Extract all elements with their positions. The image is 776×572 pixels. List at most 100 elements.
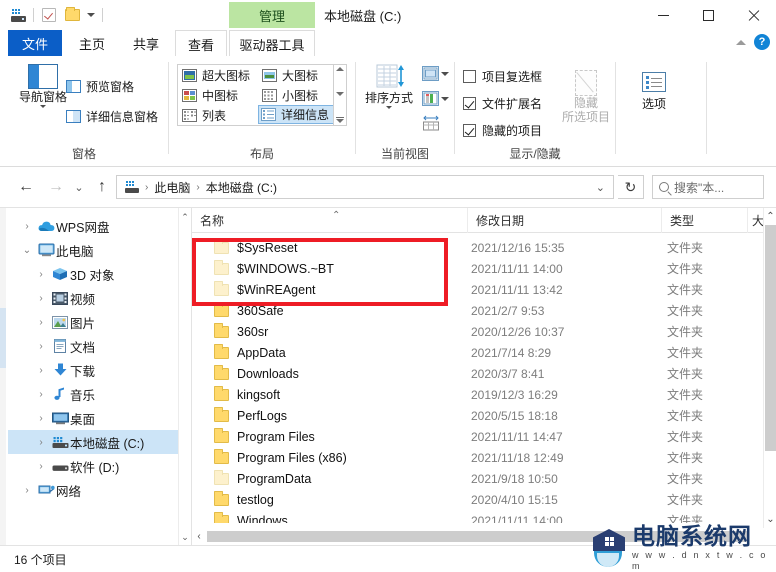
file-name-cell[interactable]: Downloads (214, 364, 299, 381)
sidebar-item-pictures[interactable]: › 图片 (8, 310, 178, 334)
table-row[interactable]: Program Files 2021/11/11 14:47 文件夹 (192, 426, 764, 447)
column-header-name[interactable]: 名称 ⌃ (192, 208, 468, 233)
file-name-cell[interactable]: Program Files (x86) (214, 448, 347, 465)
file-name-cell[interactable]: Windows (214, 511, 288, 523)
sidebar-item-desktop[interactable]: › 桌面 (8, 406, 178, 430)
sidebar-item-3d-objects[interactable]: › 3D 对象 (8, 262, 178, 286)
forward-button[interactable]: → (44, 176, 68, 198)
layout-extra-large-icons[interactable]: 超大图标 (180, 66, 254, 85)
tab-view[interactable]: 查看 (175, 30, 227, 57)
maximize-button[interactable] (686, 0, 731, 30)
table-row[interactable]: $WinREAgent 2021/11/11 13:42 文件夹 (192, 279, 764, 300)
table-row[interactable]: Downloads 2020/3/7 8:41 文件夹 (192, 363, 764, 384)
tab-home[interactable]: 主页 (66, 30, 118, 56)
refresh-button[interactable]: ↻ (618, 175, 644, 199)
nav-scroll-down-icon[interactable]: ⌄ (179, 530, 190, 544)
expand-chevron-icon[interactable]: › (18, 221, 36, 232)
expand-chevron-icon[interactable]: › (32, 317, 50, 328)
file-name-cell[interactable]: $WinREAgent (214, 280, 316, 297)
search-input[interactable]: 搜索"本... (674, 179, 724, 196)
file-list-vertical-scrollbar[interactable]: ⌃ ⌄ (763, 208, 776, 528)
recent-locations-button[interactable]: ⌄ (70, 176, 88, 198)
collapse-ribbon-icon[interactable] (736, 39, 746, 45)
file-name-cell[interactable]: Program Files (214, 427, 315, 444)
table-row[interactable]: testlog 2020/4/10 15:15 文件夹 (192, 489, 764, 510)
column-header-size[interactable]: 大 (748, 208, 764, 233)
breadcrumb-this-pc[interactable]: 此电脑 (149, 176, 195, 198)
customize-qat-caret-icon[interactable] (85, 5, 97, 25)
sort-direction-button[interactable] (422, 91, 449, 106)
sidebar-item-videos[interactable]: › 视频 (8, 286, 178, 310)
navigation-pane-caret-icon[interactable] (40, 105, 46, 108)
collapse-chevron-icon[interactable]: ⌄ (18, 245, 36, 256)
table-row[interactable]: AppData 2021/7/14 8:29 文件夹 (192, 342, 764, 363)
expand-chevron-icon[interactable]: › (32, 365, 50, 376)
address-dropdown-icon[interactable]: ⌄ (596, 181, 611, 194)
layout-list[interactable]: 列表 (180, 106, 254, 125)
table-row[interactable]: Windows 2021/11/11 14:00 文件夹 (192, 510, 764, 523)
table-row[interactable]: $WINDOWS.~BT 2021/11/11 14:00 文件夹 (192, 258, 764, 279)
gallery-scroll-down-icon[interactable] (336, 92, 344, 96)
close-button[interactable] (731, 0, 776, 30)
sort-by-caret-icon[interactable] (386, 106, 392, 109)
table-row[interactable]: PerfLogs 2020/5/15 18:18 文件夹 (192, 405, 764, 426)
navigation-pane-scrollbar[interactable]: ⌃ ⌄ (178, 208, 190, 546)
properties-icon[interactable] (39, 5, 59, 25)
hidden-items-checkbox-icon[interactable] (463, 124, 476, 137)
column-header-type[interactable]: 类型 (662, 208, 748, 233)
tab-drive-tools[interactable]: 驱动器工具 (229, 30, 315, 57)
sidebar-item-documents[interactable]: › 文档 (8, 334, 178, 358)
item-checkboxes-option[interactable]: 项目复选框 (463, 68, 542, 85)
sidebar-item-wps-cloud[interactable]: › WPS网盘 (8, 214, 178, 238)
help-icon[interactable]: ? (754, 34, 770, 50)
drive-icon[interactable] (8, 5, 28, 25)
details-pane-button[interactable]: 详细信息窗格 (66, 108, 158, 125)
layout-medium-icons[interactable]: 中图标 (180, 86, 254, 105)
list-scroll-thumb[interactable] (765, 225, 776, 451)
table-row[interactable]: 360Safe 2021/2/7 9:53 文件夹 (192, 300, 764, 321)
sort-by-button[interactable]: 排序方式 (360, 64, 418, 109)
sidebar-item-software-d[interactable]: › 软件 (D:) (8, 454, 178, 478)
list-scroll-up-icon[interactable]: ⌃ (764, 208, 776, 225)
file-name-cell[interactable]: $WINDOWS.~BT (214, 259, 334, 276)
file-extensions-checkbox-icon[interactable] (463, 97, 476, 110)
expand-chevron-icon[interactable]: › (18, 485, 36, 496)
add-columns-button[interactable] (422, 66, 449, 81)
tab-file[interactable]: 文件 (8, 30, 62, 56)
file-name-cell[interactable]: 360sr (214, 322, 268, 339)
expand-chevron-icon[interactable]: › (32, 389, 50, 400)
gallery-scroll-up-icon[interactable] (336, 67, 344, 71)
navigation-pane-button[interactable]: 导航窗格 (12, 64, 74, 108)
expand-chevron-icon[interactable]: › (32, 413, 50, 424)
file-name-cell[interactable]: kingsoft (214, 385, 280, 402)
options-button[interactable]: 选项 (628, 72, 680, 111)
gallery-more-icon[interactable] (336, 117, 344, 123)
item-checkboxes-checkbox-icon[interactable] (463, 70, 476, 83)
add-columns-caret-icon[interactable] (441, 71, 449, 76)
list-scroll-left-icon[interactable]: ‹ (192, 529, 206, 544)
back-button[interactable]: ← (14, 176, 38, 198)
expand-chevron-icon[interactable]: › (32, 269, 50, 280)
expand-chevron-icon[interactable]: › (32, 437, 50, 448)
sidebar-item-local-disk-c[interactable]: › 本地磁盘 (C:) (8, 430, 178, 454)
tab-share[interactable]: 共享 (120, 30, 172, 56)
layout-gallery-scroll[interactable] (333, 65, 346, 125)
breadcrumb-drive-icon[interactable] (119, 176, 144, 198)
new-folder-icon[interactable] (62, 5, 82, 25)
sidebar-item-network[interactable]: › 网络 (8, 478, 178, 502)
sidebar-item-this-pc[interactable]: ⌄ 此电脑 (8, 238, 178, 262)
table-row[interactable]: ProgramData 2021/9/18 10:50 文件夹 (192, 468, 764, 489)
minimize-button[interactable] (641, 0, 686, 30)
file-name-cell[interactable]: testlog (214, 490, 274, 507)
table-row[interactable]: 360sr 2020/12/26 10:37 文件夹 (192, 321, 764, 342)
expand-chevron-icon[interactable]: › (32, 461, 50, 472)
column-header-date[interactable]: 修改日期 (468, 208, 662, 233)
table-row[interactable]: Program Files (x86) 2021/11/18 12:49 文件夹 (192, 447, 764, 468)
file-extensions-option[interactable]: 文件扩展名 (463, 95, 542, 112)
search-box[interactable]: 搜索"本... (652, 175, 764, 199)
hidden-items-option[interactable]: 隐藏的项目 (463, 122, 542, 139)
size-all-columns-button[interactable] (422, 115, 440, 134)
file-name-cell[interactable]: 360Safe (214, 301, 284, 318)
up-button[interactable]: ↑ (90, 176, 114, 198)
sidebar-item-downloads[interactable]: › 下载 (8, 358, 178, 382)
